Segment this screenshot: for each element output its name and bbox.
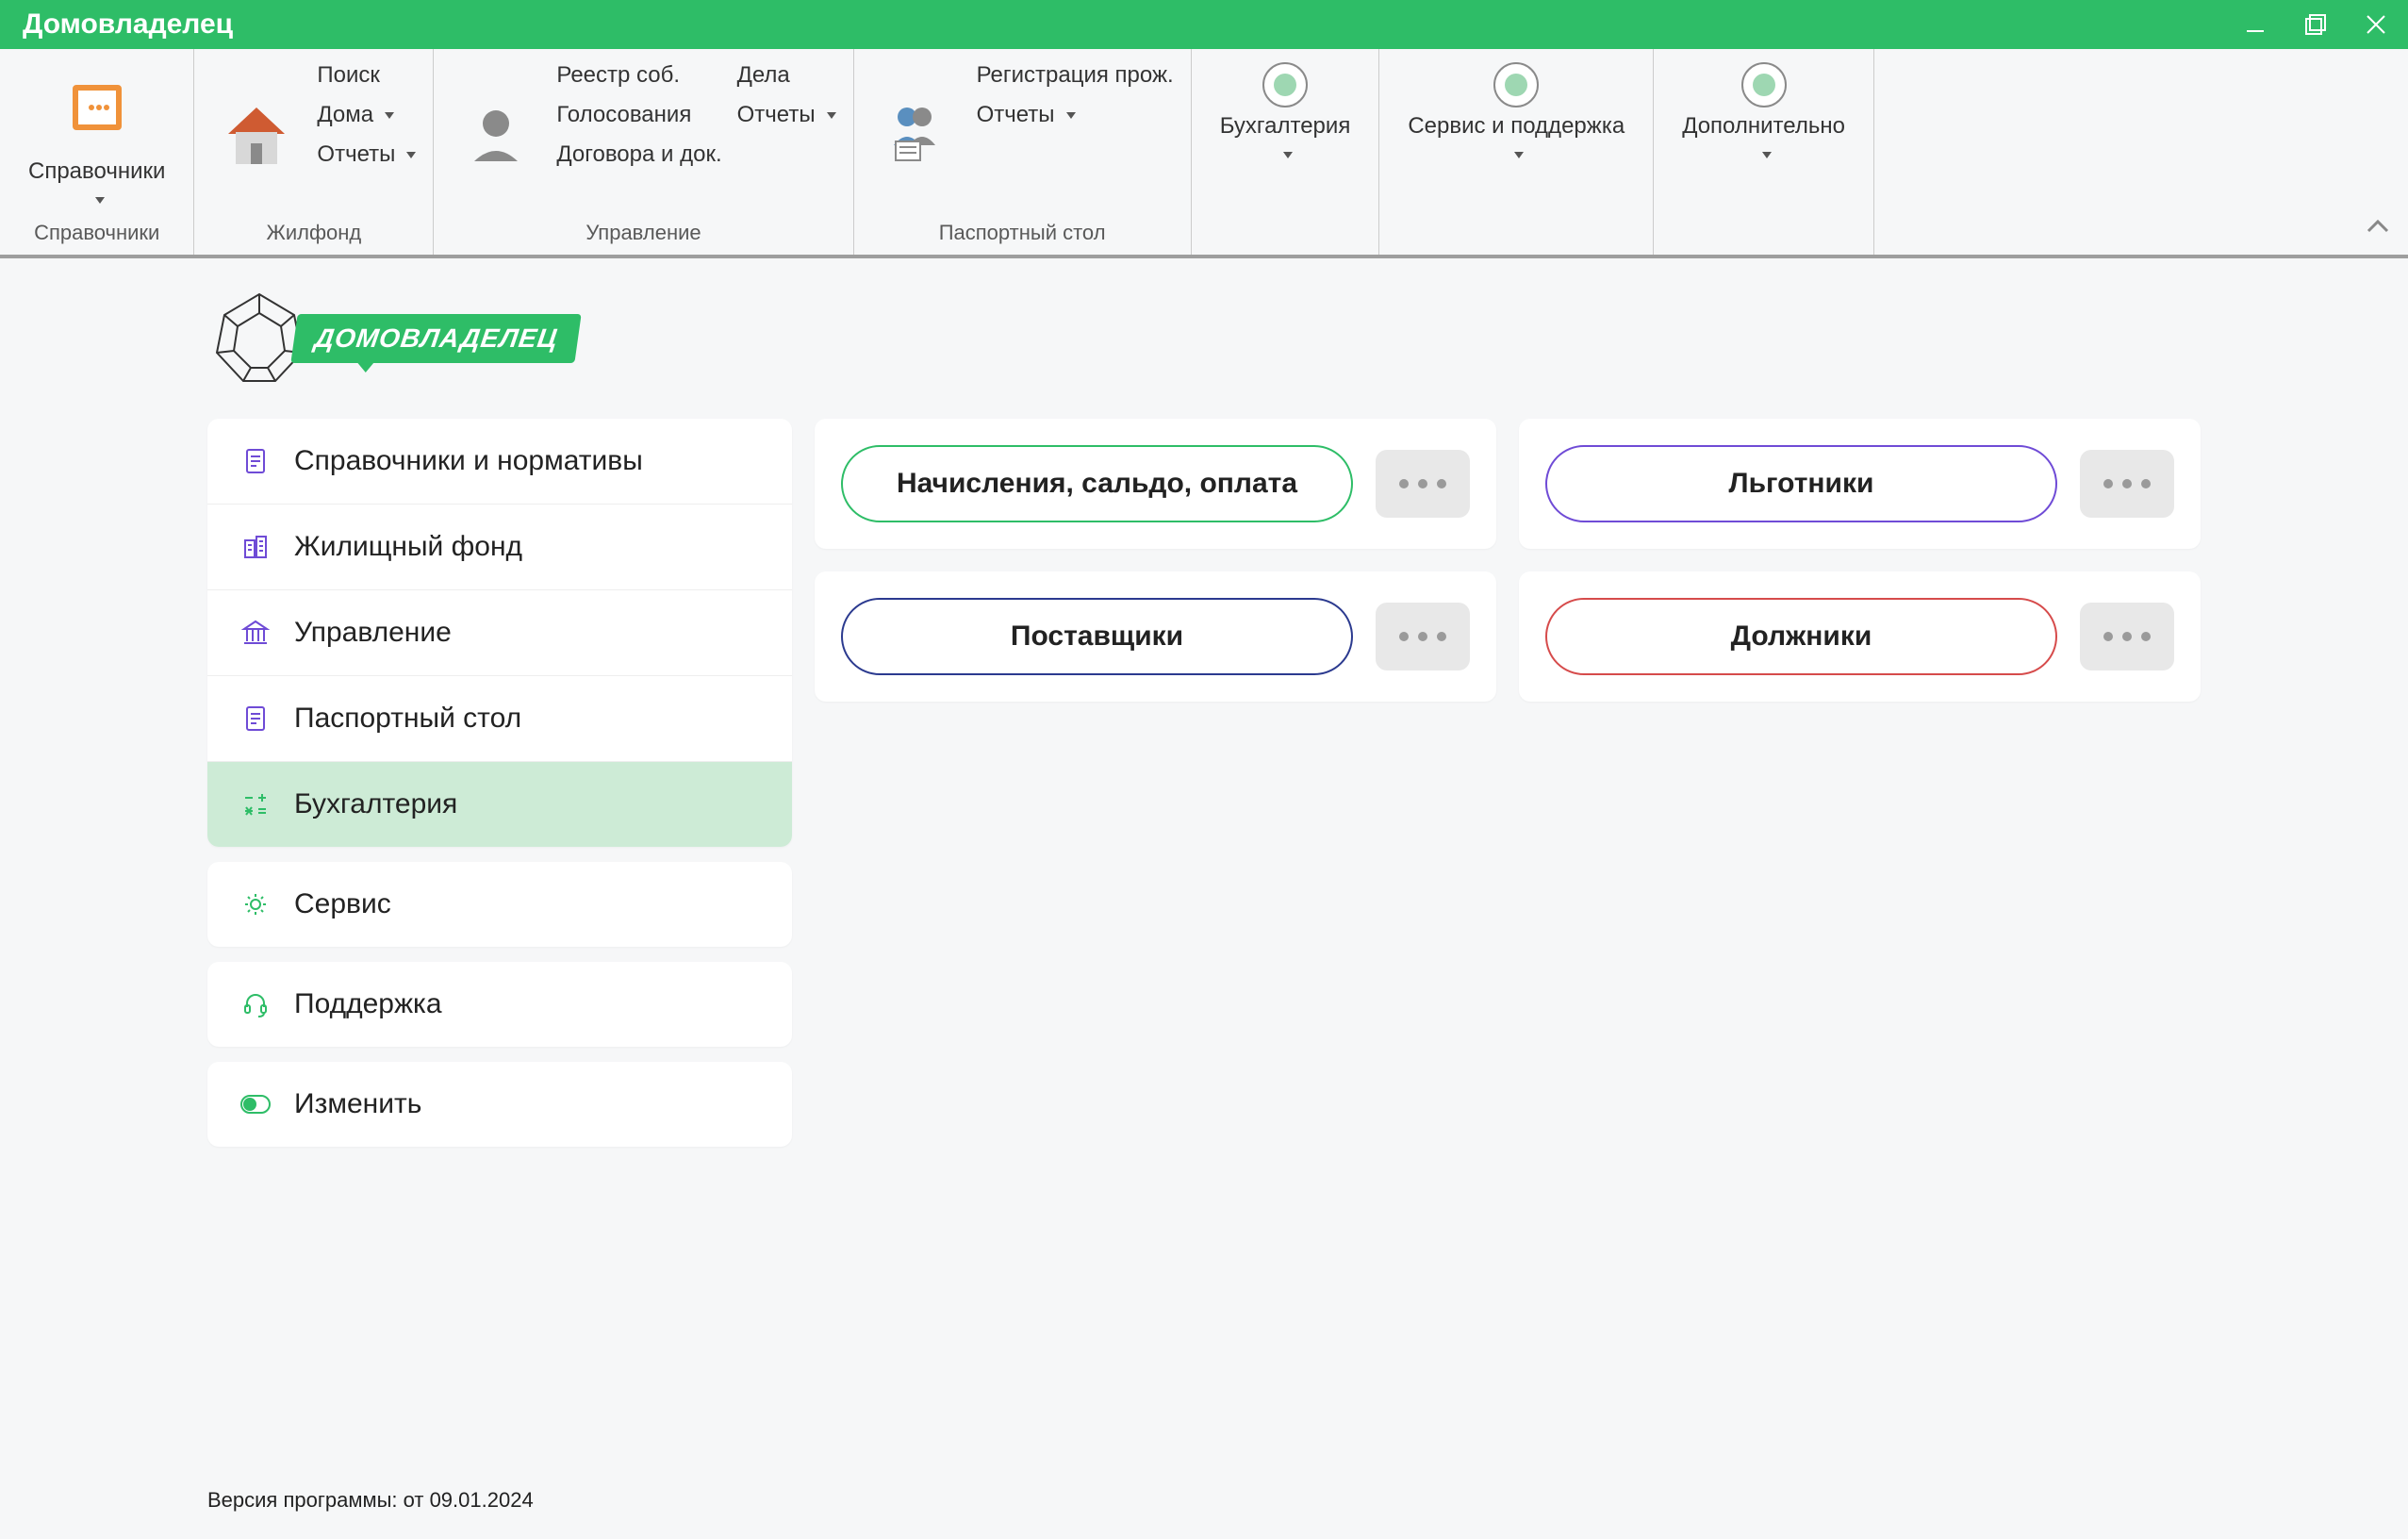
ribbon-group-management: Реестр соб. Голосования Договора и док. … xyxy=(434,49,853,255)
sidebar-item-справочники-и-нормативы[interactable]: Справочники и нормативы xyxy=(207,419,792,504)
chevron-down-icon xyxy=(1757,146,1772,161)
tile-more-button[interactable] xyxy=(2080,450,2174,518)
gear-icon xyxy=(239,888,272,920)
ribbon-search-button[interactable]: Поиск xyxy=(317,62,416,89)
version-footer: Версия программы: от 09.01.2024 xyxy=(207,1488,534,1513)
tile-button-red[interactable]: Должники xyxy=(1545,598,2057,675)
sidebar: Справочники и нормативы Жилищный фонд Упра… xyxy=(207,419,792,1147)
house-icon xyxy=(211,91,302,181)
ribbon-group-housing: Поиск Дома Отчеты Жилфонд xyxy=(194,49,434,255)
chevron-down-icon xyxy=(90,191,105,207)
app-title: Домовладелец xyxy=(23,8,233,41)
sidebar-card: Сервис xyxy=(207,862,792,947)
chevron-down-icon xyxy=(1509,146,1524,161)
chevron-down-icon xyxy=(1278,146,1293,161)
tile: Начисления, сальдо, оплата xyxy=(815,419,1496,549)
sidebar-item-изменить[interactable]: Изменить xyxy=(207,1062,792,1147)
tile: Должники xyxy=(1519,571,2201,702)
ribbon-group-service: Сервис и поддержка xyxy=(1379,49,1654,255)
toggle-icon xyxy=(239,1088,272,1120)
ribbon-group-label: Справочники xyxy=(34,217,159,251)
ribbon-registration-button[interactable]: Регистрация прож. xyxy=(977,62,1174,89)
window-controls xyxy=(2238,8,2393,41)
radio-icon xyxy=(1493,62,1539,108)
tile-more-button[interactable] xyxy=(1376,450,1470,518)
sidebar-item-жилищный-фонд[interactable]: Жилищный фонд xyxy=(207,504,792,589)
sidebar-item-label: Поддержка xyxy=(294,988,442,1020)
sidebar-item-label: Изменить xyxy=(294,1088,421,1120)
ribbon-service-button[interactable]: Сервис и поддержка xyxy=(1396,55,1636,169)
passport-icon xyxy=(871,91,962,181)
sidebar-item-управление[interactable]: Управление xyxy=(207,589,792,675)
ribbon-group-accounting: Бухгалтерия xyxy=(1192,49,1380,255)
sidebar-item-паспортный-стол[interactable]: Паспортный стол xyxy=(207,675,792,761)
ribbon-label: Справочники xyxy=(28,158,165,186)
ribbon-group-additional: Дополнительно xyxy=(1654,49,1874,255)
ribbon-label: Сервис и поддержка xyxy=(1408,113,1625,141)
ribbon-group-directories: Справочники Справочники xyxy=(0,49,194,255)
ribbon: Справочники Справочники Поиск Дома Отчет… xyxy=(0,49,2408,258)
radio-icon xyxy=(1262,62,1308,108)
person-icon xyxy=(451,91,541,181)
sidebar-card: Изменить xyxy=(207,1062,792,1147)
ribbon-label: Дополнительно xyxy=(1682,113,1845,141)
book-icon xyxy=(52,62,142,153)
doc-icon xyxy=(239,445,272,477)
sidebar-item-бухгалтерия[interactable]: Бухгалтерия xyxy=(207,761,792,847)
close-button[interactable] xyxy=(2359,8,2393,41)
calc-icon xyxy=(239,788,272,820)
ribbon-label: Бухгалтерия xyxy=(1220,113,1351,141)
headset-icon xyxy=(239,988,272,1020)
main-content: ДОМОВЛАДЕЛЕЦ Справочники и нормативы Жили… xyxy=(0,258,2408,1156)
tile-button-navy[interactable]: Поставщики xyxy=(841,598,1353,675)
ribbon-houses-button[interactable]: Дома xyxy=(317,102,416,128)
sidebar-card: Поддержка xyxy=(207,962,792,1047)
sidebar-item-label: Паспортный стол xyxy=(294,703,521,735)
ribbon-cases-button[interactable]: Дела xyxy=(737,62,836,89)
sidebar-card: Справочники и нормативы Жилищный фонд Упра… xyxy=(207,419,792,847)
ribbon-group-passport: Регистрация прож. Отчеты Паспортный стол xyxy=(854,49,1192,255)
tile-more-button[interactable] xyxy=(1376,603,1470,670)
ribbon-contracts-button[interactable]: Договора и док. xyxy=(556,141,721,168)
tile-more-button[interactable] xyxy=(2080,603,2174,670)
sidebar-item-label: Справочники и нормативы xyxy=(294,445,643,477)
ribbon-accounting-button[interactable]: Бухгалтерия xyxy=(1209,55,1362,169)
sidebar-item-label: Сервис xyxy=(294,888,391,920)
sidebar-item-label: Управление xyxy=(294,617,452,649)
sidebar-item-label: Жилищный фонд xyxy=(294,531,522,563)
tile-button-green[interactable]: Начисления, сальдо, оплата xyxy=(841,445,1353,522)
titlebar: Домовладелец xyxy=(0,0,2408,49)
ribbon-group-label: Жилфонд xyxy=(267,217,362,251)
app-logo: ДОМОВЛАДЕЛЕЦ xyxy=(207,287,2201,390)
ribbon-directories-button[interactable]: Справочники xyxy=(17,55,176,214)
maximize-button[interactable] xyxy=(2299,8,2333,41)
ribbon-group-label: Управление xyxy=(586,217,701,251)
ribbon-collapse-button[interactable] xyxy=(2365,214,2391,245)
sidebar-item-label: Бухгалтерия xyxy=(294,788,457,820)
ribbon-additional-button[interactable]: Дополнительно xyxy=(1671,55,1856,169)
tile-button-purple[interactable]: Льготники xyxy=(1545,445,2057,522)
ribbon-voting-button[interactable]: Голосования xyxy=(556,102,721,128)
doc-icon xyxy=(239,703,272,735)
bank-icon xyxy=(239,617,272,649)
buildings-icon xyxy=(239,531,272,563)
ribbon-reports-button[interactable]: Отчеты xyxy=(317,141,416,168)
ribbon-owners-registry-button[interactable]: Реестр соб. xyxy=(556,62,721,89)
radio-icon xyxy=(1741,62,1787,108)
ribbon-mgmt-reports-button[interactable]: Отчеты xyxy=(737,102,836,128)
logo-badge: ДОМОВЛАДЕЛЕЦ xyxy=(290,314,582,363)
ribbon-group-label: Паспортный стол xyxy=(939,217,1106,251)
tiles-grid: Начисления, сальдо, оплата Льготники Поста… xyxy=(815,419,2201,1147)
sidebar-item-сервис[interactable]: Сервис xyxy=(207,862,792,947)
sidebar-item-поддержка[interactable]: Поддержка xyxy=(207,962,792,1047)
tile: Льготники xyxy=(1519,419,2201,549)
minimize-button[interactable] xyxy=(2238,8,2272,41)
ribbon-passport-reports-button[interactable]: Отчеты xyxy=(977,102,1174,128)
tile: Поставщики xyxy=(815,571,1496,702)
